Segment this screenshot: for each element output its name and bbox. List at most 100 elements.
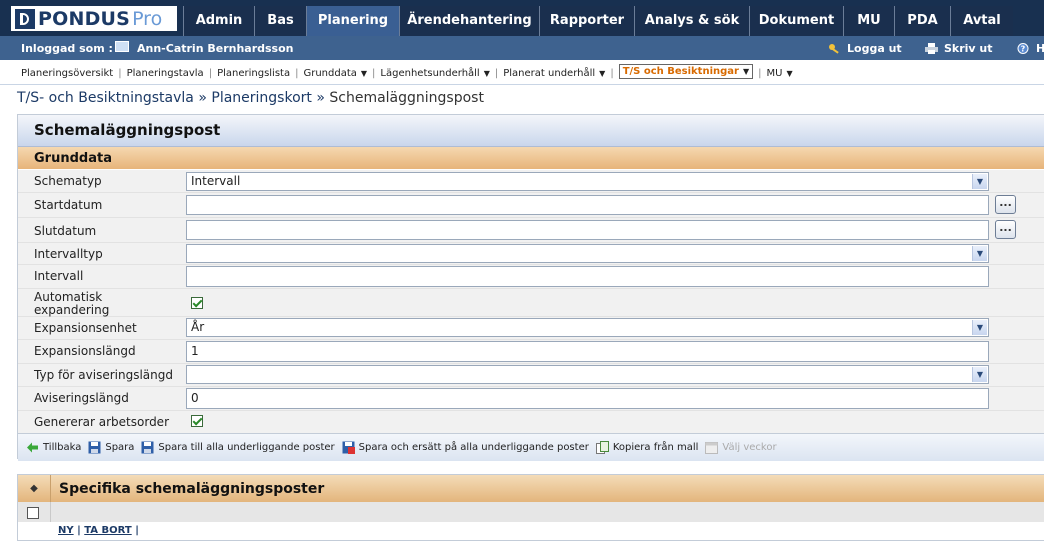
- tab-pda[interactable]: PDA: [894, 6, 950, 36]
- copy-from-template-button[interactable]: Kopiera från mall: [595, 441, 699, 454]
- subnav-separator: |: [208, 67, 213, 79]
- subnav-separator: |: [758, 67, 762, 79]
- save-all-button[interactable]: Spara till alla underliggande poster: [141, 441, 335, 454]
- row-right-cell: [990, 387, 1044, 410]
- intervalltyp-select[interactable]: ▼: [186, 244, 989, 263]
- row-intervalltyp: Intervalltyp ▼: [18, 243, 1044, 265]
- subnav-planeringstavla[interactable]: Planeringstavla: [127, 68, 204, 79]
- label-intervalltyp: Intervalltyp: [34, 247, 103, 261]
- breadcrumb-separator: »: [316, 90, 325, 106]
- row-startdatum: Startdatum ...: [18, 193, 1044, 218]
- panel-header: Schemaläggningspost: [18, 115, 1044, 147]
- floppy-disk-replace-icon: [342, 441, 355, 454]
- subnav-lagenhetsunderhall-label: Lägenhetsunderhåll: [380, 67, 480, 79]
- label-aviseringslangd: Aviseringslängd: [34, 391, 129, 405]
- breadcrumb-separator: »: [198, 90, 207, 106]
- copy-from-template-label: Kopiera från mall: [612, 442, 699, 453]
- grid-select-row: [18, 502, 1044, 522]
- tab-rapporter[interactable]: Rapporter: [539, 6, 634, 36]
- breadcrumb-link-planeringskort[interactable]: Planeringskort: [211, 90, 312, 106]
- genererar-arbetsorder-checkbox[interactable]: [191, 415, 203, 427]
- calendar-icon: [705, 442, 719, 454]
- typ-aviseringslangd-select[interactable]: ▼: [186, 365, 989, 384]
- subnav-ts-besiktningar-label: T/S och Besiktningar: [622, 66, 739, 77]
- select-all-checkbox[interactable]: [27, 507, 39, 519]
- floppy-disk-multiple-icon: [141, 441, 154, 454]
- label-intervall: Intervall: [34, 269, 84, 283]
- logout-link[interactable]: Logga ut: [828, 42, 902, 55]
- breadcrumb-current: Schemaläggningspost: [329, 90, 484, 106]
- subnav-planeringslista[interactable]: Planeringslista: [217, 68, 290, 79]
- row-right-cell: [990, 289, 1044, 316]
- arrow-left-icon: [27, 442, 38, 453]
- help-link[interactable]: ? H: [1017, 42, 1044, 55]
- link-separator: |: [77, 525, 81, 536]
- logo-pro-text: Pro: [132, 7, 163, 30]
- subnav-lagenhetsunderhall[interactable]: Lägenhetsunderhåll ▼: [380, 68, 489, 79]
- tab-mu[interactable]: MU: [843, 6, 894, 36]
- page-title: Schemaläggningspost: [34, 121, 221, 139]
- back-button[interactable]: Tillbaka: [26, 441, 81, 454]
- aviseringslangd-input[interactable]: 0: [186, 388, 989, 409]
- schedule-post-panel: Schemaläggningspost Grunddata Schematyp …: [17, 114, 1044, 461]
- subnav-planerat-underhall-label: Planerat underhåll: [503, 67, 596, 79]
- row-schematyp: Schematyp Intervall ▼: [18, 170, 1044, 193]
- sort-icon[interactable]: ◆: [18, 475, 51, 502]
- tab-dokument[interactable]: Dokument: [749, 6, 843, 36]
- choose-weeks-button[interactable]: Välj veckor: [705, 441, 777, 454]
- floppy-disk-icon: [88, 441, 101, 454]
- section-title: Grunddata: [34, 151, 112, 166]
- automatisk-expandering-checkbox[interactable]: [191, 297, 203, 309]
- expansionsenhet-select[interactable]: År ▼: [186, 318, 989, 337]
- save-replace-label: Spara och ersätt på alla underliggande p…: [358, 442, 589, 453]
- startdatum-input[interactable]: [186, 195, 989, 215]
- label-startdatum: Startdatum: [34, 198, 103, 212]
- subnav-grunddata[interactable]: Grunddata ▼: [303, 68, 367, 79]
- row-slutdatum: Slutdatum ...: [18, 218, 1044, 243]
- subnav-planeringsoversikt[interactable]: Planeringsöversikt: [21, 68, 113, 79]
- label-genererar-arbetsorder: Genererar arbetsorder: [34, 415, 169, 429]
- subnav-separator: |: [610, 67, 614, 79]
- row-genererar-arbetsorder: Genererar arbetsorder: [18, 411, 1044, 433]
- row-right-cell: [990, 364, 1044, 386]
- row-right-cell: [990, 340, 1044, 363]
- label-automatisk-expandering: Automatisk expandering: [34, 291, 109, 317]
- label-expansionsenhet: Expansionsenhet: [34, 321, 137, 335]
- tab-avtal[interactable]: Avtal: [950, 6, 1013, 36]
- back-label: Tillbaka: [43, 442, 82, 453]
- save-replace-button[interactable]: Spara och ersätt på alla underliggande p…: [342, 441, 589, 454]
- user-card-icon: [115, 41, 129, 52]
- delete-link[interactable]: TA BORT: [84, 525, 131, 536]
- tab-planering[interactable]: Planering: [306, 6, 399, 36]
- expansionsenhet-value: År: [191, 320, 205, 334]
- tab-bas[interactable]: Bas: [254, 6, 306, 36]
- new-link[interactable]: NY: [58, 525, 74, 536]
- chevron-down-icon: ▼: [786, 68, 793, 78]
- intervall-input[interactable]: [186, 266, 989, 287]
- subnav-ts-besiktningar[interactable]: T/S och Besiktningar ▼: [618, 64, 754, 79]
- user-bar: Inloggad som : Ann-Catrin Bernhardsson L…: [0, 36, 1044, 60]
- save-button[interactable]: Spara: [88, 441, 134, 454]
- tab-arendehantering[interactable]: Ärendehantering: [399, 6, 539, 36]
- subnav-mu[interactable]: MU ▼: [767, 68, 793, 79]
- print-link[interactable]: Skriv ut: [925, 42, 993, 55]
- top-navigation-bar: PONDUS Pro Admin Bas Planering Ärendehant…: [0, 0, 1044, 36]
- chevron-down-icon: ▼: [360, 68, 368, 78]
- pondus-pro-logo[interactable]: PONDUS Pro: [11, 6, 177, 31]
- subnav-planerat-underhall[interactable]: Planerat underhåll ▼: [503, 68, 605, 79]
- chevron-down-icon: ▼: [599, 68, 606, 78]
- slutdatum-picker-button[interactable]: ...: [995, 220, 1016, 239]
- schematyp-value: Intervall: [191, 174, 241, 188]
- label-automatisk-line2: expandering: [34, 303, 110, 317]
- schematyp-select[interactable]: Intervall ▼: [186, 172, 989, 191]
- row-expansionslangd: Expansionslängd 1: [18, 340, 1044, 364]
- startdatum-picker-button[interactable]: ...: [995, 195, 1016, 214]
- breadcrumb-link-tavla[interactable]: T/S- och Besiktningstavla: [17, 90, 194, 106]
- tab-analys-sok[interactable]: Analys & sök: [634, 6, 749, 36]
- expansionslangd-input[interactable]: 1: [186, 341, 989, 362]
- printer-icon: [925, 43, 938, 54]
- row-right-cell: [990, 317, 1044, 339]
- slutdatum-input[interactable]: [186, 220, 989, 240]
- chevron-down-icon: ▼: [483, 68, 490, 78]
- tab-admin[interactable]: Admin: [183, 6, 254, 36]
